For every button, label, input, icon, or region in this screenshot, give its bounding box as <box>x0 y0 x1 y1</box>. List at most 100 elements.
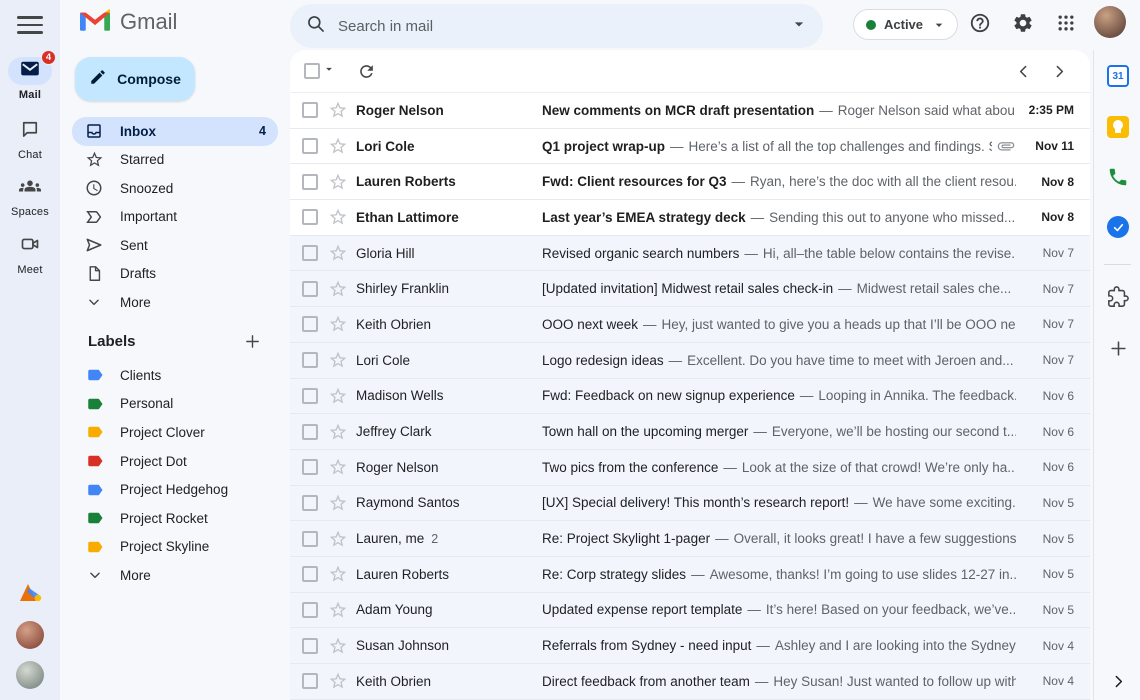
sidebar-item-important[interactable]: Important <box>72 203 278 232</box>
inbox-count: 4 <box>259 124 266 139</box>
main-menu-icon[interactable] <box>17 12 43 38</box>
label-item[interactable]: Project Rocket <box>60 504 290 533</box>
voice-icon[interactable] <box>1105 164 1131 190</box>
star-icon[interactable] <box>328 350 348 370</box>
labels-more[interactable]: More <box>60 561 290 590</box>
label-item[interactable]: Project Clover <box>60 418 290 447</box>
star-icon[interactable] <box>328 671 348 691</box>
create-label-button[interactable] <box>240 329 264 353</box>
row-checkbox[interactable] <box>302 138 318 155</box>
email-row[interactable]: Susan Johnson Referrals from Sydney - ne… <box>290 628 1090 664</box>
star-icon[interactable] <box>328 564 348 584</box>
star-icon[interactable] <box>328 100 348 120</box>
star-icon[interactable] <box>328 493 348 513</box>
sidebar-item-drafts[interactable]: Drafts <box>72 260 278 289</box>
tasks-icon[interactable] <box>1105 214 1131 240</box>
row-checkbox[interactable] <box>302 387 318 404</box>
email-row[interactable]: Keith Obrien Direct feedback from anothe… <box>290 664 1090 700</box>
label-item[interactable]: Clients <box>60 361 290 390</box>
rail-item-meet[interactable]: Meet <box>0 232 60 276</box>
sidebar-item-sent[interactable]: Sent <box>72 231 278 260</box>
row-checkbox[interactable] <box>302 209 318 226</box>
email-row[interactable]: Lori Cole Logo redesign ideas — Excellent.… <box>290 342 1090 379</box>
refresh-button[interactable] <box>354 59 378 83</box>
star-icon[interactable] <box>328 243 348 263</box>
email-row[interactable]: Roger Nelson Two pics from the conferenc… <box>290 449 1090 486</box>
row-checkbox[interactable] <box>302 423 318 440</box>
expand-side-panel-icon[interactable] <box>1105 668 1131 694</box>
email-row[interactable]: Madison Wells Fwd: Feedback on new signu… <box>290 378 1090 415</box>
row-checkbox[interactable] <box>302 637 318 654</box>
email-row[interactable]: Ethan Lattimore Last year’s EMEA strateg… <box>290 200 1090 236</box>
row-checkbox[interactable] <box>302 280 318 297</box>
star-icon[interactable] <box>328 172 348 192</box>
email-row[interactable]: Lauren Roberts Re: Corp strategy slides —… <box>290 556 1090 593</box>
rail-item-mail[interactable]: 4 Mail <box>0 50 60 101</box>
rail-item-chat[interactable]: Chat <box>0 117 60 161</box>
star-icon[interactable] <box>328 207 348 227</box>
star-icon[interactable] <box>328 422 348 442</box>
search-options-caret-icon[interactable] <box>789 14 809 39</box>
star-icon[interactable] <box>328 386 348 406</box>
email-row[interactable]: Lauren Roberts Fwd: Client resources for… <box>290 164 1090 201</box>
help-button[interactable] <box>966 9 994 37</box>
newer-page-button[interactable] <box>1011 59 1035 83</box>
email-sender: Keith Obrien <box>356 673 432 689</box>
status-selector[interactable]: Active <box>853 9 959 40</box>
star-icon[interactable] <box>328 529 348 549</box>
sidebar-item-starred[interactable]: Starred <box>72 146 278 175</box>
label-item[interactable]: Project Skyline <box>60 533 290 562</box>
star-icon[interactable] <box>328 279 348 299</box>
label-item[interactable]: Personal <box>60 390 290 419</box>
star-icon[interactable] <box>328 136 348 156</box>
email-row[interactable]: Roger Nelson New comments on MCR draft p… <box>290 93 1090 129</box>
get-addons-puzzle-icon[interactable] <box>1105 284 1131 310</box>
contact-avatar-2[interactable] <box>16 661 44 689</box>
star-icon[interactable] <box>328 457 348 477</box>
star-icon[interactable] <box>328 636 348 656</box>
email-row[interactable]: Keith Obrien OOO next week — Hey, just wan… <box>290 307 1090 343</box>
compose-button[interactable]: Compose <box>75 57 195 101</box>
row-checkbox[interactable] <box>302 459 318 476</box>
sidebar-item-more[interactable]: More <box>72 288 278 317</box>
row-checkbox[interactable] <box>302 245 318 262</box>
row-checkbox[interactable] <box>302 102 318 119</box>
search-bar[interactable] <box>290 4 823 48</box>
email-row[interactable]: Lauren, me 2 Re: Project Skylight 1-pager… <box>290 521 1090 557</box>
select-caret-icon[interactable] <box>322 62 336 81</box>
row-checkbox[interactable] <box>302 173 318 190</box>
email-row[interactable]: Shirley Franklin [Updated invitation] Mi… <box>290 271 1090 308</box>
keep-icon[interactable] <box>1105 114 1131 140</box>
label-item[interactable]: Project Hedgehog <box>60 475 290 504</box>
account-avatar[interactable] <box>1094 6 1126 38</box>
older-page-button[interactable] <box>1047 59 1071 83</box>
row-checkbox[interactable] <box>302 566 318 583</box>
label-item[interactable]: Project Dot <box>60 447 290 476</box>
sidebar-item-snoozed[interactable]: Snoozed <box>72 174 278 203</box>
contact-avatar-1[interactable] <box>16 621 44 649</box>
row-checkbox[interactable] <box>302 352 318 369</box>
row-checkbox[interactable] <box>302 530 318 547</box>
email-row[interactable]: Jeffrey Clark Town hall on the upcoming … <box>290 414 1090 450</box>
star-icon[interactable] <box>328 314 348 334</box>
row-checkbox[interactable] <box>302 673 318 690</box>
settings-button[interactable] <box>1009 9 1037 37</box>
rail-item-spaces[interactable]: Spaces <box>0 174 60 218</box>
email-row[interactable]: Raymond Santos [UX] Special delivery! Th… <box>290 485 1090 522</box>
star-icon[interactable] <box>328 600 348 620</box>
select-all-checkbox[interactable] <box>304 63 320 79</box>
email-row[interactable]: Lori Cole Q1 project wrap-up — Here’s a li… <box>290 128 1090 165</box>
google-apps-button[interactable] <box>1052 9 1080 37</box>
add-side-panel-app-button[interactable] <box>1105 335 1131 361</box>
row-checkbox[interactable] <box>302 601 318 618</box>
email-date: Nov 4 <box>1042 674 1074 689</box>
search-input[interactable] <box>338 17 789 35</box>
row-checkbox[interactable] <box>302 316 318 333</box>
chevron-down-icon <box>84 292 104 312</box>
row-checkbox[interactable] <box>302 494 318 511</box>
email-row[interactable]: Adam Young Updated expense report templa… <box>290 592 1090 629</box>
sidebar-item-inbox[interactable]: Inbox 4 <box>72 117 278 146</box>
email-row[interactable]: Gloria Hill Revised organic search numbe… <box>290 235 1090 272</box>
workspace-logo <box>17 580 43 606</box>
calendar-icon[interactable]: 31 <box>1105 63 1131 89</box>
